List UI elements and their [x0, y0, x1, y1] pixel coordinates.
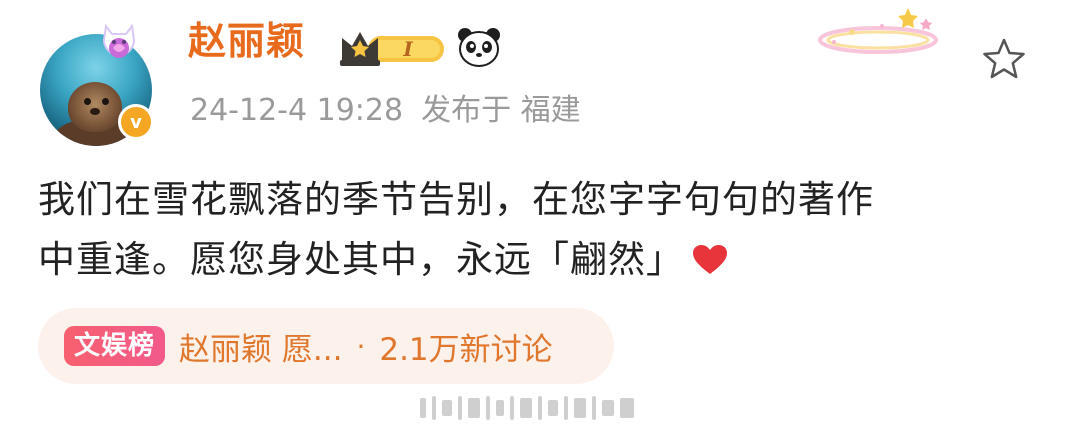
- post-timestamp: 24-12-4 19:28: [190, 93, 404, 128]
- topic-tag-badge: 文娱榜: [64, 326, 166, 366]
- sparkle-decoration-icon: [818, 8, 938, 54]
- topic-pill[interactable]: 文娱榜 赵丽颖 愿... · 2.1万新讨论: [38, 308, 614, 384]
- username[interactable]: 赵丽颖: [188, 22, 305, 60]
- star-icon[interactable]: [980, 36, 1028, 84]
- verified-icon: v: [118, 104, 154, 140]
- heart-icon: [693, 245, 727, 274]
- panda-icon: [458, 28, 500, 67]
- post-content: 我们在雪花飘落的季节告别，在您字字句句的著作 中重逢。愿您身处其中，永远「翩然」: [38, 170, 1038, 290]
- post-content-line: 我们在雪花飘落的季节告别，在您字字句句的著作: [38, 178, 874, 221]
- avatar[interactable]: v: [38, 20, 160, 146]
- watermark-icon: [420, 396, 634, 420]
- weibo-post-card: v 赵丽颖 I 24-12-4 19:28 发布于 福建 我们在雪花飘落的季节告…: [0, 0, 1068, 434]
- topic-discussion-count: 2.1万新讨论: [379, 331, 553, 368]
- vip-level: I: [402, 37, 413, 61]
- avatar-frame-icon: [102, 23, 136, 58]
- post-location: 发布于 福建: [421, 93, 581, 128]
- topic-title: 赵丽颖 愿...: [179, 331, 343, 368]
- post-content-line-2: 中重逢。愿您身处其中，永远「翩然」: [38, 230, 1038, 290]
- vip-crown-icon[interactable]: I: [338, 26, 448, 70]
- topic-separator: ·: [356, 329, 366, 363]
- post-meta: 24-12-4 19:28 发布于 福建: [190, 96, 599, 126]
